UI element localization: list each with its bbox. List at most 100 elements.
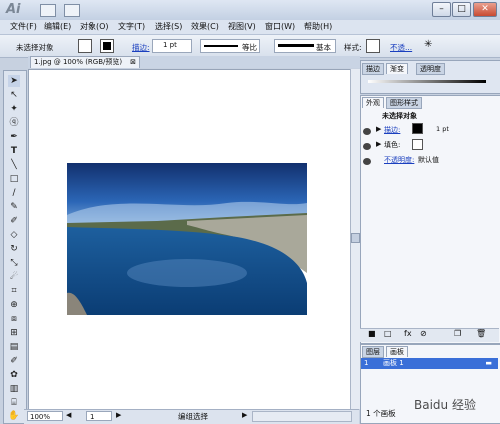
menu-select[interactable]: 选择(S) (155, 21, 182, 32)
graphic-style-swatch[interactable] (366, 39, 380, 53)
rotate-tool-icon[interactable]: ↻ (8, 243, 20, 255)
document-tab-title: 1.jpg @ 100% (RGB/预览) (34, 58, 123, 66)
eyedropper-tool-icon[interactable]: ✐ (8, 355, 20, 367)
menu-effect[interactable]: 效果(C) (191, 21, 219, 32)
artboard-number-value: 1 (90, 413, 95, 421)
document-tab[interactable]: 1.jpg @ 100% (RGB/预览) ⊠ (30, 56, 140, 68)
artboard-list-item[interactable]: 1 画板 1 ▬ (361, 358, 498, 369)
tab-layers[interactable]: 图层 (362, 346, 384, 358)
hand-tool-icon[interactable]: ✋ (8, 410, 20, 422)
shape-builder-tool-icon[interactable]: ⊕ (8, 299, 20, 311)
perspective-grid-tool-icon[interactable]: ⧈ (8, 313, 20, 325)
zoom-dropdown[interactable]: 100% (27, 411, 63, 421)
style-label: 样式: (344, 43, 362, 52)
clear-appearance-icon[interactable]: ⊘ (420, 329, 427, 338)
duplicate-item-icon[interactable]: ❐ (454, 329, 461, 338)
bridge-icon[interactable] (40, 4, 56, 17)
brush-label: 基本 (316, 43, 331, 52)
tab-appearance[interactable]: 外观 (362, 97, 384, 108)
fill-visibility-eye-icon[interactable] (363, 143, 371, 150)
artboard-number[interactable]: 1 (86, 411, 112, 421)
stroke-weight-dropdown[interactable]: 1 pt (152, 39, 192, 53)
rectangle-tool-icon[interactable]: □ (8, 173, 20, 185)
app-logo: Ai (6, 2, 21, 17)
appearance-stroke-link[interactable]: 描边: (384, 125, 400, 135)
menu-object[interactable]: 对象(O) (80, 21, 109, 32)
symbol-sprayer-tool-icon[interactable]: ✿ (8, 369, 20, 381)
next-artboard-icon[interactable]: ▶ (116, 411, 121, 419)
column-graph-tool-icon[interactable]: ▥ (8, 383, 20, 395)
horizontal-scrollbar[interactable] (252, 411, 352, 422)
fill-expand-icon[interactable]: ▶ (376, 140, 381, 148)
gradient-tool-icon[interactable]: ▤ (8, 341, 20, 353)
lasso-tool-icon[interactable]: ⓠ (8, 117, 20, 129)
arrange-documents-icon[interactable] (64, 4, 80, 17)
tab-stroke[interactable]: 描边 (362, 63, 384, 75)
pen-tool-icon[interactable]: ✒ (8, 131, 20, 143)
stroke-link[interactable]: 描边: (132, 42, 150, 53)
close-tab-icon[interactable]: ⊠ (130, 57, 136, 68)
add-new-fill-icon[interactable]: □ (384, 329, 392, 338)
minimize-button[interactable]: – (432, 2, 451, 17)
artboard-item-index: 1 (364, 359, 369, 367)
opacity-link[interactable]: 不透... (390, 42, 412, 53)
cloud-reflection (127, 259, 247, 287)
tab-transparency[interactable]: 透明度 (416, 63, 445, 75)
tab-artboards[interactable]: 画板 (386, 346, 408, 357)
maximize-button[interactable]: □ (452, 2, 471, 17)
appearance-fill-label: 填色: (384, 141, 401, 149)
fill-swatch[interactable] (78, 39, 92, 53)
menu-file[interactable]: 文件(F) (10, 21, 37, 32)
add-new-stroke-icon[interactable]: ■ (368, 329, 376, 338)
profile-label: 等比 (242, 43, 257, 52)
artboard-tool-icon[interactable]: ⌸ (8, 397, 20, 409)
profile-preview (204, 45, 238, 47)
appearance-fill-swatch[interactable] (412, 139, 423, 150)
selection-status: 未选择对象 (16, 43, 54, 52)
magic-wand-tool-icon[interactable]: ✦ (8, 103, 20, 115)
appearance-stroke-swatch[interactable] (412, 123, 423, 134)
status-menu-icon[interactable]: ▶ (242, 411, 247, 419)
brush-preview (278, 44, 314, 47)
tab-gradient[interactable]: 渐变 (386, 63, 408, 74)
prev-artboard-icon[interactable]: ◀ (66, 411, 71, 419)
menu-help[interactable]: 帮助(H) (304, 21, 332, 32)
zoom-value: 100% (30, 413, 51, 421)
stroke-expand-icon[interactable]: ▶ (376, 125, 381, 133)
type-tool-icon[interactable]: T (8, 145, 20, 157)
appearance-stroke-weight: 1 pt (436, 125, 449, 133)
current-tool-status: 编组选择 (178, 412, 208, 421)
document-setup-icon[interactable]: ✳ (424, 39, 432, 50)
selection-tool-icon[interactable]: ➤ (8, 75, 20, 87)
warp-tool-icon[interactable]: ☄ (8, 271, 20, 283)
menu-view[interactable]: 视图(V) (228, 21, 256, 32)
menu-window[interactable]: 窗口(W) (265, 21, 295, 32)
gradient-slider[interactable] (368, 80, 486, 83)
pencil-tool-icon[interactable]: ✎ (8, 201, 20, 213)
scale-tool-icon[interactable]: ⤡ (8, 257, 20, 269)
artboard-options-icon[interactable]: ▬ (485, 358, 492, 369)
add-effect-icon[interactable]: fx (404, 329, 412, 338)
close-button[interactable]: ✕ (473, 2, 497, 17)
stroke-visibility-eye-icon[interactable] (363, 128, 371, 135)
opacity-visibility-eye-icon[interactable] (363, 158, 371, 165)
free-transform-tool-icon[interactable]: ⌗ (8, 285, 20, 297)
appearance-opacity-link[interactable]: 不透明度: (384, 155, 414, 165)
menu-edit[interactable]: 编辑(E) (44, 21, 71, 32)
stroke-swatch[interactable] (100, 39, 114, 53)
artboard-item-name: 画板 1 (383, 359, 404, 367)
tab-graphic-styles[interactable]: 图形样式 (386, 97, 422, 109)
delete-item-icon[interactable]: 🗑 (476, 329, 486, 338)
mesh-tool-icon[interactable]: ⊞ (8, 327, 20, 339)
menu-type[interactable]: 文字(T) (118, 21, 145, 32)
watermark: Baidu 经验 (414, 398, 476, 412)
stroke-weight-value: 1 pt (163, 41, 177, 49)
eraser-tool-icon[interactable]: ◇ (8, 229, 20, 241)
direct-selection-tool-icon[interactable]: ↖ (8, 89, 20, 101)
placed-image-lake[interactable] (67, 163, 307, 315)
paintbrush-tool-icon[interactable]: ∕ (8, 187, 20, 199)
line-tool-icon[interactable]: ╲ (8, 159, 20, 171)
scroll-thumb[interactable] (351, 233, 360, 243)
appearance-title: 未选择对象 (382, 112, 417, 120)
blob-brush-tool-icon[interactable]: ✐ (8, 215, 20, 227)
